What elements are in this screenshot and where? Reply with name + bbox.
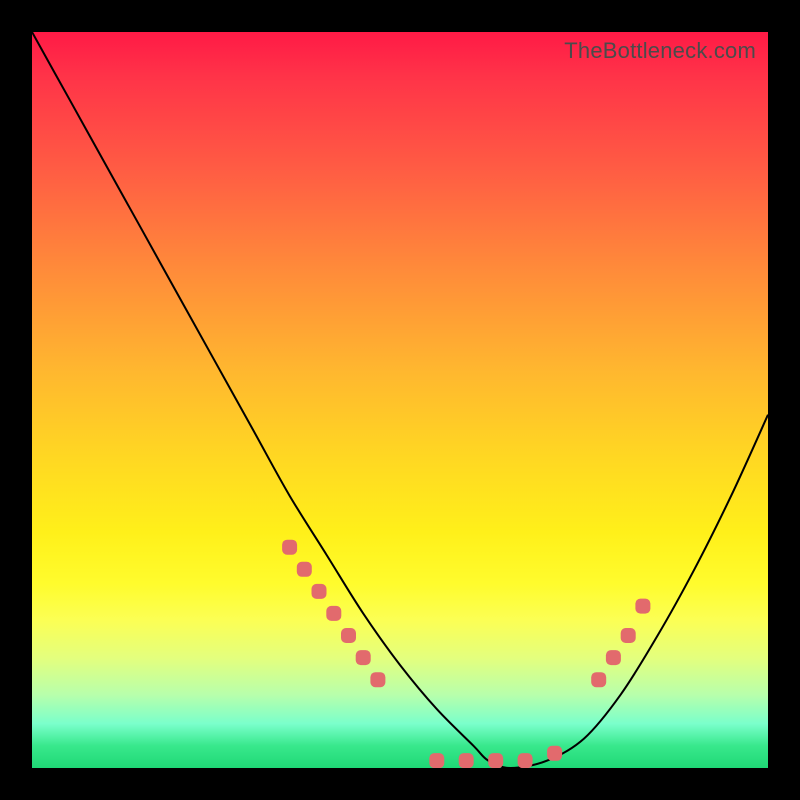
curve-path-group xyxy=(32,32,768,768)
plot-area: TheBottleneck.com xyxy=(32,32,768,768)
marker-point xyxy=(312,584,327,599)
marker-point xyxy=(591,672,606,687)
marker-point xyxy=(326,606,341,621)
marker-point xyxy=(370,672,385,687)
curve-line xyxy=(32,32,768,768)
chart-frame: TheBottleneck.com xyxy=(0,0,800,800)
marker-cluster-right xyxy=(591,599,650,688)
marker-point xyxy=(621,628,636,643)
marker-point xyxy=(606,650,621,665)
marker-point xyxy=(429,753,444,768)
marker-point xyxy=(635,599,650,614)
marker-point xyxy=(297,562,312,577)
marker-point xyxy=(518,753,533,768)
marker-point xyxy=(356,650,371,665)
marker-point xyxy=(488,753,503,768)
marker-point xyxy=(459,753,474,768)
chart-svg xyxy=(32,32,768,768)
marker-point xyxy=(282,540,297,555)
marker-point xyxy=(341,628,356,643)
marker-point xyxy=(547,746,562,761)
watermark-text: TheBottleneck.com xyxy=(564,38,756,64)
marker-cluster-left xyxy=(282,540,385,688)
marker-cluster-bottom xyxy=(429,746,562,768)
